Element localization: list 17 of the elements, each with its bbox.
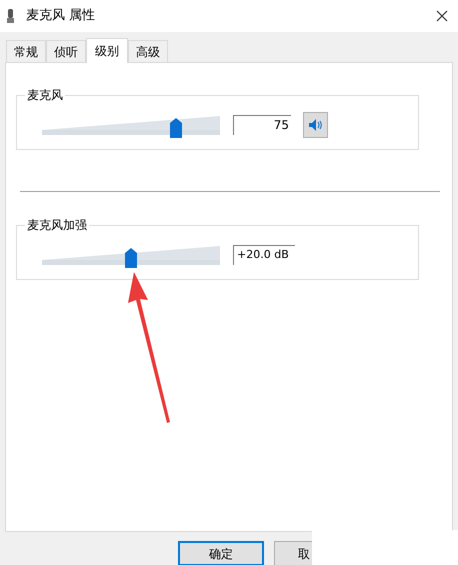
speaker-icon (308, 118, 322, 130)
slider-thumb[interactable] (125, 248, 137, 268)
dialog-button[interactable]: 确定 (178, 541, 264, 565)
value-field[interactable]: +20.0 dB (233, 244, 295, 264)
value-field[interactable]: 75 (233, 114, 291, 134)
tab[interactable]: 高级 (128, 40, 168, 62)
window-title: 麦克风 属性 (26, 7, 96, 26)
group-title: 麦克风加强 (25, 217, 89, 233)
slider-thumb[interactable] (170, 118, 182, 138)
dialog-button[interactable]: 取 (274, 541, 312, 565)
tab[interactable]: 常规 (6, 40, 46, 62)
close-icon[interactable] (436, 10, 448, 22)
tab[interactable]: 级别 (86, 38, 128, 63)
tab[interactable]: 侦听 (46, 40, 86, 62)
microphone-icon (6, 8, 16, 24)
speaker-button[interactable] (303, 112, 328, 138)
group-title: 麦克风 (25, 87, 65, 103)
